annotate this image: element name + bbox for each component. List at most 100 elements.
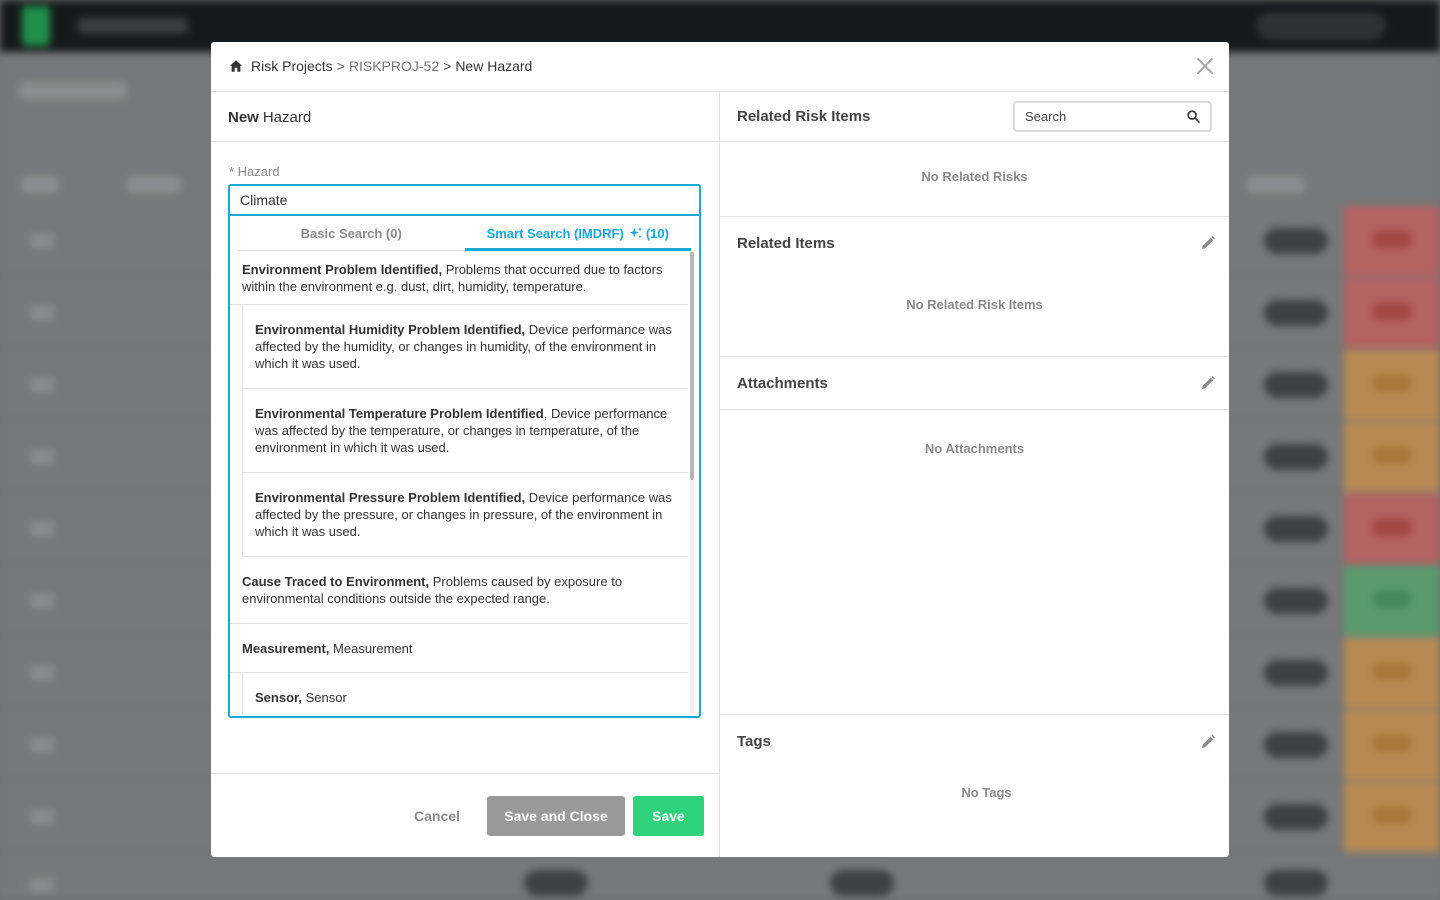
- list-item[interactable]: Environmental Temperature Problem Identi…: [242, 389, 688, 473]
- sparkle-icon: [629, 226, 642, 239]
- background-badge: [1264, 300, 1328, 326]
- result-term: Environmental Humidity Problem Identifie…: [255, 322, 526, 337]
- edit-tags-pencil-icon[interactable]: [1201, 735, 1215, 749]
- related-items-header: Related Items: [720, 217, 1229, 269]
- background-row: [0, 854, 1440, 900]
- result-term: Environmental Temperature Problem Identi…: [255, 406, 544, 421]
- tab-basic-search[interactable]: Basic Search (0): [238, 216, 465, 250]
- background-pill: [126, 176, 182, 194]
- list-item[interactable]: Cause Traced to Environment, Problems ca…: [230, 557, 688, 624]
- empty-tags: No Tags: [961, 785, 1012, 800]
- background-cell: [30, 450, 54, 464]
- background-cell: [30, 810, 54, 824]
- results-scrollbar-thumb[interactable]: [690, 252, 694, 480]
- user-menu: [1256, 12, 1386, 40]
- background-cell: [30, 306, 54, 320]
- tab-basic-search-label: Basic Search (0): [300, 225, 402, 241]
- background-status: [1344, 782, 1440, 852]
- background-status: [1344, 566, 1440, 636]
- background-badge: [830, 870, 894, 896]
- background-cell: [30, 666, 54, 680]
- background-status: [1344, 350, 1440, 420]
- background-badge: [1264, 588, 1328, 614]
- breadcrumb-separator: >: [336, 58, 345, 74]
- background-badge: [1264, 228, 1328, 254]
- hazard-field-label: * Hazard: [229, 164, 280, 179]
- new-hazard-modal: Risk Projects > RISKPROJ-52 > New Hazard…: [211, 42, 1229, 857]
- background-cell: [30, 878, 54, 892]
- list-item[interactable]: Measurement, Measurement: [230, 624, 688, 673]
- result-term: Cause Traced to Environment,: [242, 574, 430, 589]
- background-pill: [18, 82, 128, 100]
- list-item[interactable]: Environment Problem Identified, Problems…: [230, 252, 688, 305]
- related-panel: Related Risk Items No Related Risks Rela…: [720, 92, 1229, 857]
- related-risk-search: [1013, 101, 1212, 132]
- section-title: Related Items: [737, 234, 835, 252]
- tab-smart-search[interactable]: Smart Search (IMDRF) (10): [464, 216, 692, 251]
- background-badge: [1264, 444, 1328, 470]
- result-term: Measurement,: [242, 641, 330, 656]
- related-risk-search-input[interactable]: [1015, 103, 1180, 130]
- breadcrumb-project[interactable]: RISKPROJ-52: [349, 58, 439, 74]
- background-status: [1344, 638, 1440, 708]
- results-scrollbar[interactable]: [690, 252, 694, 714]
- divider: [720, 409, 1229, 410]
- background-badge: [1264, 372, 1328, 398]
- breadcrumb-risk-projects[interactable]: Risk Projects: [251, 58, 333, 74]
- background-pill: [20, 176, 60, 194]
- background-badge: [1264, 660, 1328, 686]
- form-title: New Hazard: [228, 92, 720, 142]
- background-pill: [1246, 176, 1306, 194]
- breadcrumb-current: New Hazard: [455, 58, 533, 74]
- list-item[interactable]: Environmental Pressure Problem Identifie…: [242, 473, 688, 557]
- background-cell: [30, 522, 54, 536]
- background-status: [1344, 494, 1440, 564]
- hazard-input[interactable]: [230, 186, 699, 216]
- hazard-autocomplete: Basic Search (0) Smart Search (IMDRF) (1…: [228, 184, 701, 718]
- edit-attachments-pencil-icon[interactable]: [1201, 376, 1215, 390]
- background-badge: [1264, 804, 1328, 830]
- form-title-rest: Hazard: [262, 108, 312, 126]
- background-status: [1344, 710, 1440, 780]
- background-cell: [30, 738, 54, 752]
- list-item[interactable]: Sensor, Sensor: [242, 673, 688, 714]
- result-description: Sensor: [301, 690, 347, 705]
- breadcrumb-separator: >: [443, 58, 452, 74]
- edit-related-items-pencil-icon[interactable]: [1201, 236, 1215, 250]
- breadcrumb: Risk Projects > RISKPROJ-52 > New Hazard: [229, 58, 532, 74]
- save-and-close-button[interactable]: Save and Close: [487, 796, 625, 836]
- cancel-button[interactable]: Cancel: [397, 796, 477, 836]
- search-tabs: Basic Search (0) Smart Search (IMDRF) (1…: [238, 216, 691, 251]
- form-title-bold: New: [228, 108, 259, 126]
- background-badge: [1264, 870, 1328, 896]
- section-title: Tags: [737, 733, 771, 750]
- empty-related-risks: No Related Risks: [921, 169, 1028, 184]
- background-status: [1344, 422, 1440, 492]
- result-term: Sensor,: [255, 690, 302, 705]
- close-icon[interactable]: [1195, 56, 1215, 76]
- divider: [211, 141, 720, 142]
- save-button[interactable]: Save: [633, 796, 704, 836]
- home-icon[interactable]: [229, 59, 243, 73]
- tab-smart-search-count: (10): [645, 225, 669, 241]
- divider: [720, 141, 1229, 142]
- background-badge: [1264, 732, 1328, 758]
- background-badge: [524, 870, 588, 896]
- section-title: Related Risk Items: [737, 108, 871, 125]
- search-results-list: Environment Problem Identified, Problems…: [230, 252, 688, 714]
- result-term: Environment Problem Identified,: [242, 262, 443, 277]
- result-description: Measurement: [329, 641, 413, 656]
- list-item[interactable]: Environmental Humidity Problem Identifie…: [242, 305, 688, 389]
- form-footer: Cancel Save and Close Save: [211, 773, 720, 857]
- search-icon[interactable]: [1187, 110, 1200, 123]
- background-cell: [30, 378, 54, 392]
- section-title: Attachments: [737, 374, 828, 392]
- hazard-form-pane: New Hazard * Hazard Basic Search (0) Sma…: [211, 92, 720, 857]
- tab-smart-search-label: Smart Search (IMDRF): [486, 225, 624, 241]
- modal-header: Risk Projects > RISKPROJ-52 > New Hazard: [211, 42, 1229, 92]
- background-cell: [30, 594, 54, 608]
- empty-related-items: No Related Risk Items: [906, 297, 1043, 312]
- attachments-header: Attachments: [720, 357, 1229, 409]
- background-status: [1344, 278, 1440, 348]
- background-badge: [1264, 516, 1328, 542]
